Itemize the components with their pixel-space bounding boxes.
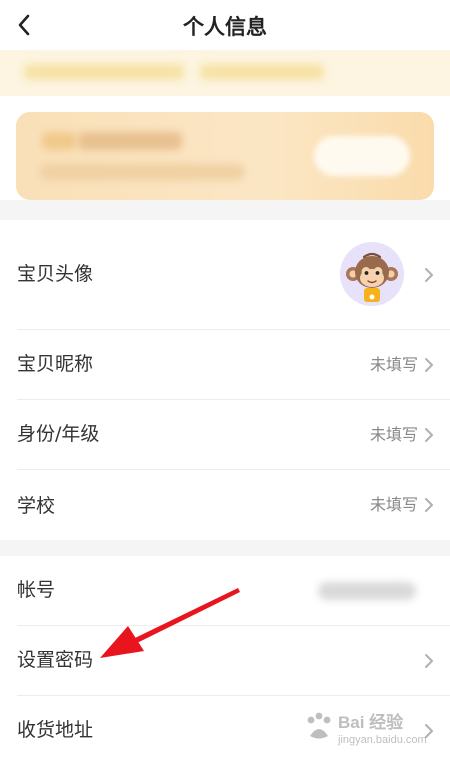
section-gap <box>0 200 450 220</box>
chevron-right-icon <box>425 724 433 738</box>
row-set-password[interactable]: 设置密码 <box>0 626 450 696</box>
promo-action-button[interactable] <box>314 136 410 176</box>
account-value-redacted <box>318 582 416 600</box>
row-nickname[interactable]: 宝贝昵称 未填写 <box>0 330 450 400</box>
row-value: 未填写 <box>369 355 418 374</box>
chevron-right-icon <box>425 498 433 512</box>
chevron-right-icon <box>425 358 433 372</box>
row-label: 设置密码 <box>17 649 94 671</box>
row-shipping-address[interactable]: 收货地址 <box>0 696 450 760</box>
notice-banner[interactable] <box>0 50 450 96</box>
chevron-right-icon <box>425 654 433 668</box>
row-school[interactable]: 学校 未填写 <box>0 470 450 540</box>
row-identity-grade[interactable]: 身份/年级 未填写 <box>0 400 450 470</box>
avatar-monkey-icon <box>346 252 398 302</box>
row-value: 未填写 <box>369 425 418 444</box>
row-label: 帐号 <box>17 579 56 601</box>
row-label: 收货地址 <box>17 719 94 741</box>
row-label: 宝贝昵称 <box>17 353 94 375</box>
row-label: 宝贝头像 <box>17 263 94 285</box>
chevron-right-icon <box>425 428 433 442</box>
chevron-right-icon <box>425 268 433 282</box>
page-title: 个人信息 <box>183 15 267 39</box>
section-gap <box>0 540 450 556</box>
row-label: 学校 <box>17 495 56 517</box>
header-bar: 个人信息 <box>0 0 450 50</box>
avatar[interactable] <box>340 242 404 306</box>
row-value: 未填写 <box>369 495 418 514</box>
row-label: 身份/年级 <box>17 423 100 445</box>
